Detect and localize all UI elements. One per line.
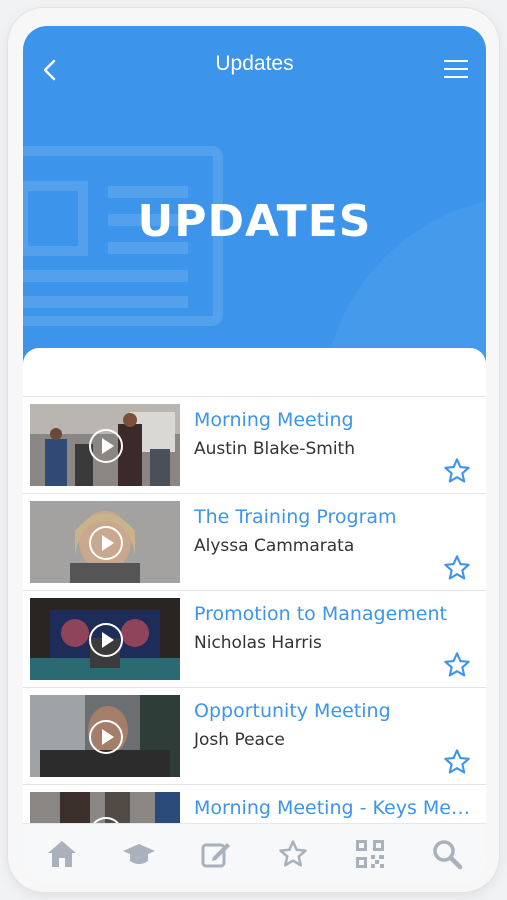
bottom-nav xyxy=(23,823,486,883)
updates-list: Morning Meeting Austin Blake-Smith The T… xyxy=(23,348,486,883)
item-title: The Training Program xyxy=(194,506,397,528)
qr-code-icon xyxy=(356,840,385,868)
play-icon xyxy=(89,526,123,560)
play-icon xyxy=(89,720,123,754)
list-item[interactable]: Morning Meeting Austin Blake-Smith xyxy=(23,397,486,494)
favorite-star-icon[interactable] xyxy=(443,651,471,679)
page-title: Updates xyxy=(215,52,294,75)
nav-training[interactable] xyxy=(119,834,159,874)
list-item[interactable]: The Training Program Alyssa Cammarata xyxy=(23,494,486,591)
item-title: Morning Meeting - Keys Me… xyxy=(194,797,470,819)
favorite-star-icon[interactable] xyxy=(443,554,471,582)
menu-icon[interactable] xyxy=(443,58,469,80)
video-thumbnail[interactable] xyxy=(30,404,180,486)
app-screen: Updates UPDATES Morning Meeting Austin B… xyxy=(23,26,486,883)
search-icon xyxy=(433,840,463,870)
video-thumbnail[interactable] xyxy=(30,501,180,583)
device-frame: Updates UPDATES Morning Meeting Austin B… xyxy=(8,8,499,892)
nav-favorites[interactable] xyxy=(273,834,313,874)
list-item[interactable]: Promotion to Management Nicholas Harris xyxy=(23,591,486,688)
item-title: Promotion to Management xyxy=(194,603,447,625)
play-icon xyxy=(89,429,123,463)
nav-home[interactable] xyxy=(42,834,82,874)
list-header-spacer xyxy=(23,348,486,397)
favorite-star-icon[interactable] xyxy=(443,457,471,485)
nav-search[interactable] xyxy=(427,834,467,874)
home-icon xyxy=(47,841,76,867)
edit-icon xyxy=(201,843,230,868)
hero-banner: Updates UPDATES xyxy=(23,26,486,366)
item-presenter: Nicholas Harris xyxy=(194,633,322,653)
favorite-star-icon[interactable] xyxy=(443,748,471,776)
item-title: Opportunity Meeting xyxy=(194,700,391,722)
hero-title: UPDATES xyxy=(137,196,372,247)
item-presenter: Austin Blake-Smith xyxy=(194,439,355,459)
item-presenter: Alyssa Cammarata xyxy=(194,536,355,556)
item-presenter: Josh Peace xyxy=(194,730,285,750)
play-icon xyxy=(89,623,123,657)
video-thumbnail[interactable] xyxy=(30,598,180,680)
star-icon xyxy=(279,840,307,867)
item-title: Morning Meeting xyxy=(194,409,354,431)
nav-notes[interactable] xyxy=(196,834,236,874)
graduation-cap-icon xyxy=(122,844,155,864)
nav-qr[interactable] xyxy=(350,834,390,874)
list-item[interactable]: Opportunity Meeting Josh Peace xyxy=(23,688,486,785)
video-thumbnail[interactable] xyxy=(30,695,180,777)
